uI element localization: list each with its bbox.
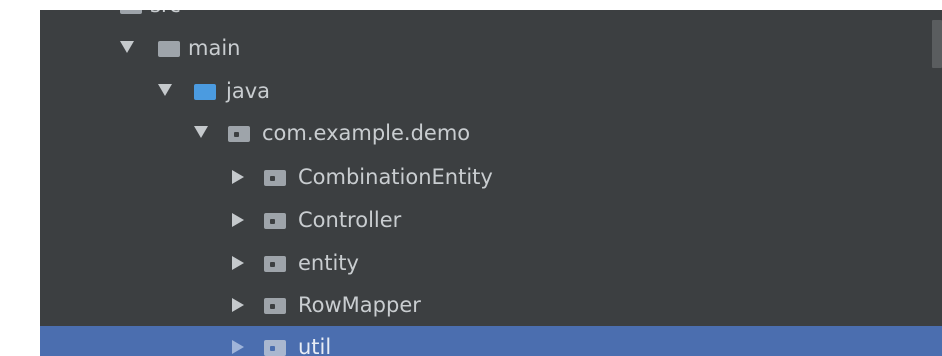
tree-item-label: src (150, 10, 181, 18)
package-icon (264, 298, 286, 314)
package-icon (264, 256, 286, 272)
tree-item-label: CombinationEntity (298, 165, 493, 189)
collapse-arrow-icon[interactable] (232, 213, 244, 227)
tree-item-label: entity (298, 251, 359, 275)
tree-item-entity[interactable]: entity (40, 242, 942, 284)
package-icon (264, 170, 286, 186)
tree-item-main[interactable]: main (40, 27, 942, 69)
tree-item-label: main (188, 36, 241, 60)
project-tree-panel: src main java com.example.demo Combinati… (40, 10, 942, 356)
folder-icon (120, 10, 142, 14)
tree-item-combinationentity[interactable]: CombinationEntity (40, 156, 942, 198)
package-icon (264, 213, 286, 229)
expand-arrow-icon[interactable] (120, 41, 134, 53)
collapse-arrow-icon[interactable] (232, 340, 244, 354)
tree-item-label: java (226, 79, 270, 103)
vertical-scrollbar[interactable] (932, 20, 942, 68)
tree-item-label: util (298, 335, 332, 356)
package-icon (264, 340, 286, 356)
tree-item-controller[interactable]: Controller (40, 199, 942, 241)
tree-item-label: com.example.demo (262, 121, 471, 145)
tree-item-label: RowMapper (298, 293, 421, 317)
tree-item-com-example-demo[interactable]: com.example.demo (40, 112, 942, 154)
collapse-arrow-icon[interactable] (232, 298, 244, 312)
tree-item-label: Controller (298, 208, 402, 232)
collapse-arrow-icon[interactable] (232, 256, 244, 270)
expand-arrow-icon[interactable] (158, 84, 172, 96)
package-icon (228, 126, 250, 142)
tree-item-src[interactable]: src (40, 10, 942, 26)
collapse-arrow-icon[interactable] (232, 170, 244, 184)
tree-item-java[interactable]: java (40, 70, 942, 112)
tree-item-rowmapper[interactable]: RowMapper (40, 284, 942, 326)
folder-icon (158, 41, 180, 57)
source-folder-icon (194, 84, 216, 100)
tree-item-util[interactable]: util (40, 326, 942, 356)
expand-arrow-icon[interactable] (194, 126, 208, 138)
